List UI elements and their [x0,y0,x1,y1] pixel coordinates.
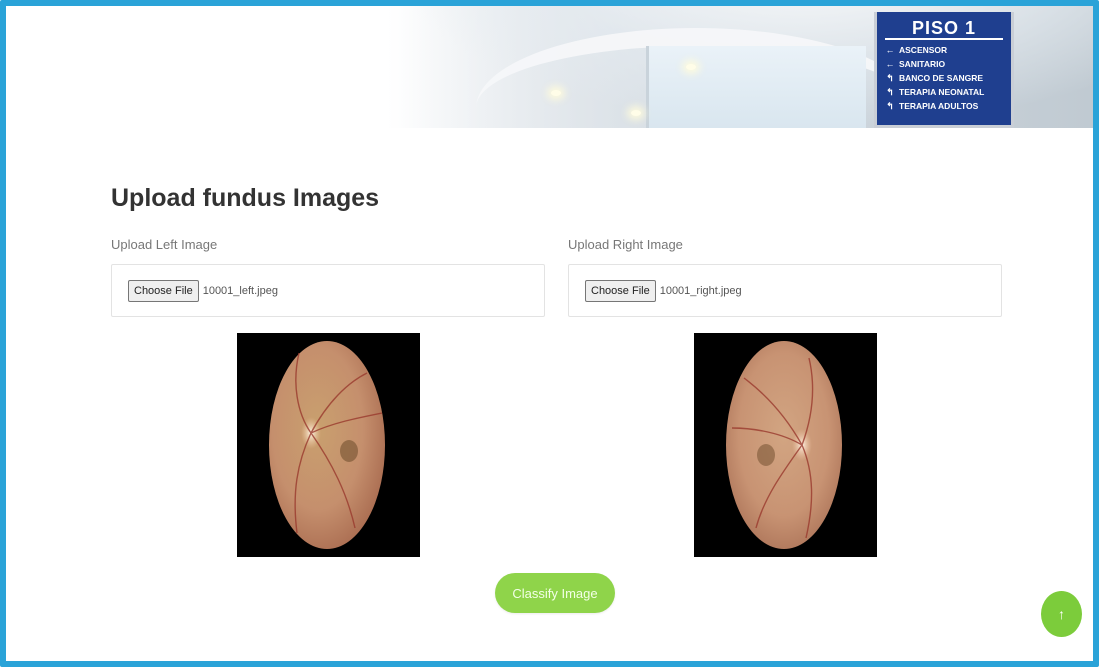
page-title: Upload fundus Images [111,184,380,212]
sign-item: ↰ TERAPIA NEONATAL [885,85,1003,99]
sign-item: ↰ BANCO DE SANGRE [885,71,1003,85]
arrow-icon: ↰ [886,73,894,83]
sign-item: ← ASCENSOR [885,43,1003,57]
arrow-up-icon: ↑ [1058,606,1065,622]
sign-title: PISO 1 [885,12,1003,40]
arrow-icon: ← [885,45,895,55]
sign-item: ← SANITARIO [885,57,1003,71]
classify-image-button[interactable]: Classify Image [495,573,615,613]
sign-list: ← ASCENSOR ← SANITARIO ↰ BANCO DE SANGRE ↰ T… [877,40,1011,113]
sign-item-label: TERAPIA NEONATAL [899,87,985,97]
scroll-to-top-button[interactable]: ↑ [1041,591,1082,637]
sign-item-label: TERAPIA ADULTOS [899,101,979,111]
sign-item-label: SANITARIO [899,59,946,69]
floor-sign: PISO 1 ← ASCENSOR ← SANITARIO ↰ BANCO DE SA… [874,12,1014,128]
upload-left-label: Upload Left Image [111,237,218,252]
arrow-icon: ← [885,59,895,69]
left-file-name: 10001_left.jpeg [202,284,278,297]
fundus-image [269,341,385,549]
choose-file-right-button[interactable]: Choose File [585,279,656,302]
upload-right-section: Upload Right Image Choose File 10001_rig… [568,237,1002,317]
ceiling-lamp [631,110,641,116]
header-banner: PISO 1 ← ASCENSOR ← SANITARIO ↰ BANCO DE SA… [6,6,1093,128]
ceiling-lamp [686,64,696,70]
choose-file-left-button[interactable]: Choose File [128,279,199,302]
right-file-name: 10001_right.jpeg [659,284,742,297]
right-fundus-preview [694,333,877,557]
sign-item-label: BANCO DE SANGRE [899,73,984,83]
fundus-image [726,341,842,549]
arrow-icon: ↰ [886,87,894,97]
sign-item-label: ASCENSOR [899,45,948,55]
upload-right-label: Upload Right Image [568,237,683,252]
upload-left-section: Upload Left Image Choose File 10001_left… [111,237,545,317]
banner-window [646,46,866,128]
arrow-icon: ↰ [886,101,894,111]
ceiling-lamp [551,90,561,96]
upload-right-file-input[interactable]: Choose File 10001_right.jpeg [568,264,1002,317]
upload-left-file-input[interactable]: Choose File 10001_left.jpeg [111,264,545,317]
left-fundus-preview [237,333,420,557]
sign-item: ↰ TERAPIA ADULTOS [885,99,1003,113]
